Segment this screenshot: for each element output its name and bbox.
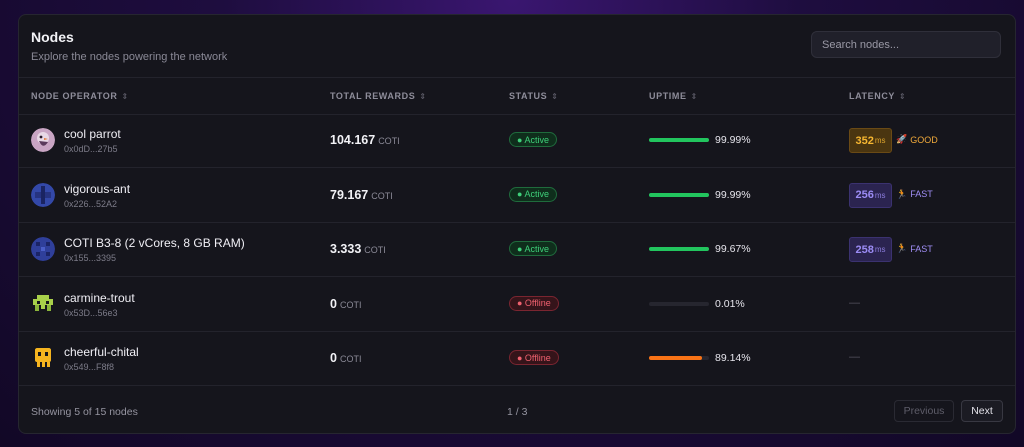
sort-icon[interactable]: ⇕	[419, 92, 426, 101]
operator-address: 0x53D...56e3	[64, 307, 118, 318]
column-header-uptime[interactable]: UPTIME ⇕	[649, 91, 698, 101]
table-row[interactable]: cheerful-chital 0x549...F8f8 0 COTI ● Off…	[19, 331, 1015, 386]
results-count: Showing 5 of 15 nodes	[31, 406, 138, 418]
table-row[interactable]: cool parrot 0x0dD...27b5 104.167 COTI ● A…	[19, 113, 1015, 168]
uptime-value: 99.99%	[715, 188, 751, 201]
total-rewards: 3.333 COTI	[330, 242, 386, 256]
latency-label: 🚀 GOOD	[896, 134, 938, 145]
page-subtitle: Explore the nodes powering the network	[31, 51, 228, 63]
operator-name[interactable]: carmine-trout	[64, 291, 135, 305]
total-rewards: 79.167 COTI	[330, 187, 393, 202]
operator-name[interactable]: vigorous-ant	[64, 182, 130, 196]
latency-empty: —	[849, 296, 860, 309]
uptime-bar	[649, 301, 709, 306]
nodes-card: Nodes Explore the nodes powering the net…	[18, 14, 1016, 434]
uptime-bar	[649, 356, 709, 360]
status-badge: ● Active	[509, 186, 557, 202]
uptime-bar	[649, 192, 709, 197]
status-badge: ● Active	[509, 132, 557, 147]
status-badge: ● Offline	[509, 295, 559, 311]
runner-icon: 🏃	[896, 243, 908, 253]
sort-icon[interactable]: ⇕	[551, 92, 558, 101]
table-header: NODE OPERATOR ⇕ TOTAL REWARDS ⇕ STATUS ⇕ UP…	[19, 77, 1015, 115]
avatar	[31, 292, 55, 316]
operator-address: 0x0dD...27b5	[64, 144, 118, 154]
column-header-latency[interactable]: LATENCY ⇕	[849, 91, 906, 101]
operator-address: 0x155...3395	[64, 253, 117, 263]
latency-badge: 258 ms	[849, 237, 892, 262]
table-row[interactable]: carmine-trout 0x53D...56e3 0 COTI ● Offli…	[19, 277, 1015, 332]
latency-badge: 256 ms	[849, 182, 892, 208]
avatar	[31, 182, 55, 207]
uptime-value: 89.14%	[715, 352, 751, 364]
search-input[interactable]	[811, 31, 1001, 58]
column-header-rewards[interactable]: TOTAL REWARDS ⇕	[330, 91, 427, 101]
latency-empty: —	[849, 351, 860, 363]
column-header-status[interactable]: STATUS ⇕	[509, 91, 559, 101]
status-badge: ● Offline	[509, 350, 559, 365]
uptime-bar-fill	[649, 356, 703, 360]
uptime-bar	[649, 138, 709, 142]
uptime-bar	[649, 247, 709, 251]
next-button[interactable]: Next	[961, 400, 1003, 422]
table-row[interactable]: vigorous-ant 0x226...52A2 79.167 COTI ● A…	[19, 168, 1015, 223]
latency-label: 🏃 FAST	[896, 188, 933, 200]
table-row[interactable]: COTI B3-8 (2 vCores, 8 GB RAM) 0x155...3…	[19, 222, 1015, 277]
runner-icon: 🏃	[896, 188, 908, 199]
sort-icon[interactable]: ⇕	[121, 92, 128, 101]
total-rewards: 0 COTI	[330, 351, 362, 365]
status-badge: ● Active	[509, 241, 557, 256]
uptime-bar-fill	[649, 247, 709, 251]
operator-address: 0x549...F8f8	[64, 362, 115, 372]
uptime-value: 99.67%	[715, 243, 751, 255]
page-title: Nodes	[31, 29, 74, 45]
latency-label: 🏃 FAST	[896, 243, 933, 254]
column-header-operator[interactable]: NODE OPERATOR ⇕	[31, 91, 129, 101]
previous-button[interactable]: Previous	[894, 400, 954, 422]
uptime-bar-fill	[649, 138, 709, 142]
latency-badge: 352 ms	[849, 128, 892, 153]
rocket-icon: 🚀	[896, 134, 908, 144]
operator-name[interactable]: cool parrot	[64, 127, 121, 141]
avatar	[31, 128, 55, 152]
sort-icon[interactable]: ⇕	[899, 92, 906, 101]
card-header: Nodes Explore the nodes powering the net…	[31, 29, 227, 63]
avatar	[31, 237, 55, 261]
avatar	[31, 346, 55, 370]
uptime-value: 0.01%	[715, 297, 745, 310]
total-rewards: 0 COTI	[330, 296, 362, 311]
uptime-bar-fill	[649, 192, 709, 197]
operator-address: 0x226...52A2	[64, 198, 118, 209]
page-indicator: 1 / 3	[507, 406, 528, 418]
total-rewards: 104.167 COTI	[330, 133, 400, 147]
sort-icon[interactable]: ⇕	[691, 92, 698, 101]
operator-name[interactable]: COTI B3-8 (2 vCores, 8 GB RAM)	[64, 236, 245, 250]
operator-name[interactable]: cheerful-chital	[64, 345, 139, 359]
uptime-value: 99.99%	[715, 134, 751, 146]
